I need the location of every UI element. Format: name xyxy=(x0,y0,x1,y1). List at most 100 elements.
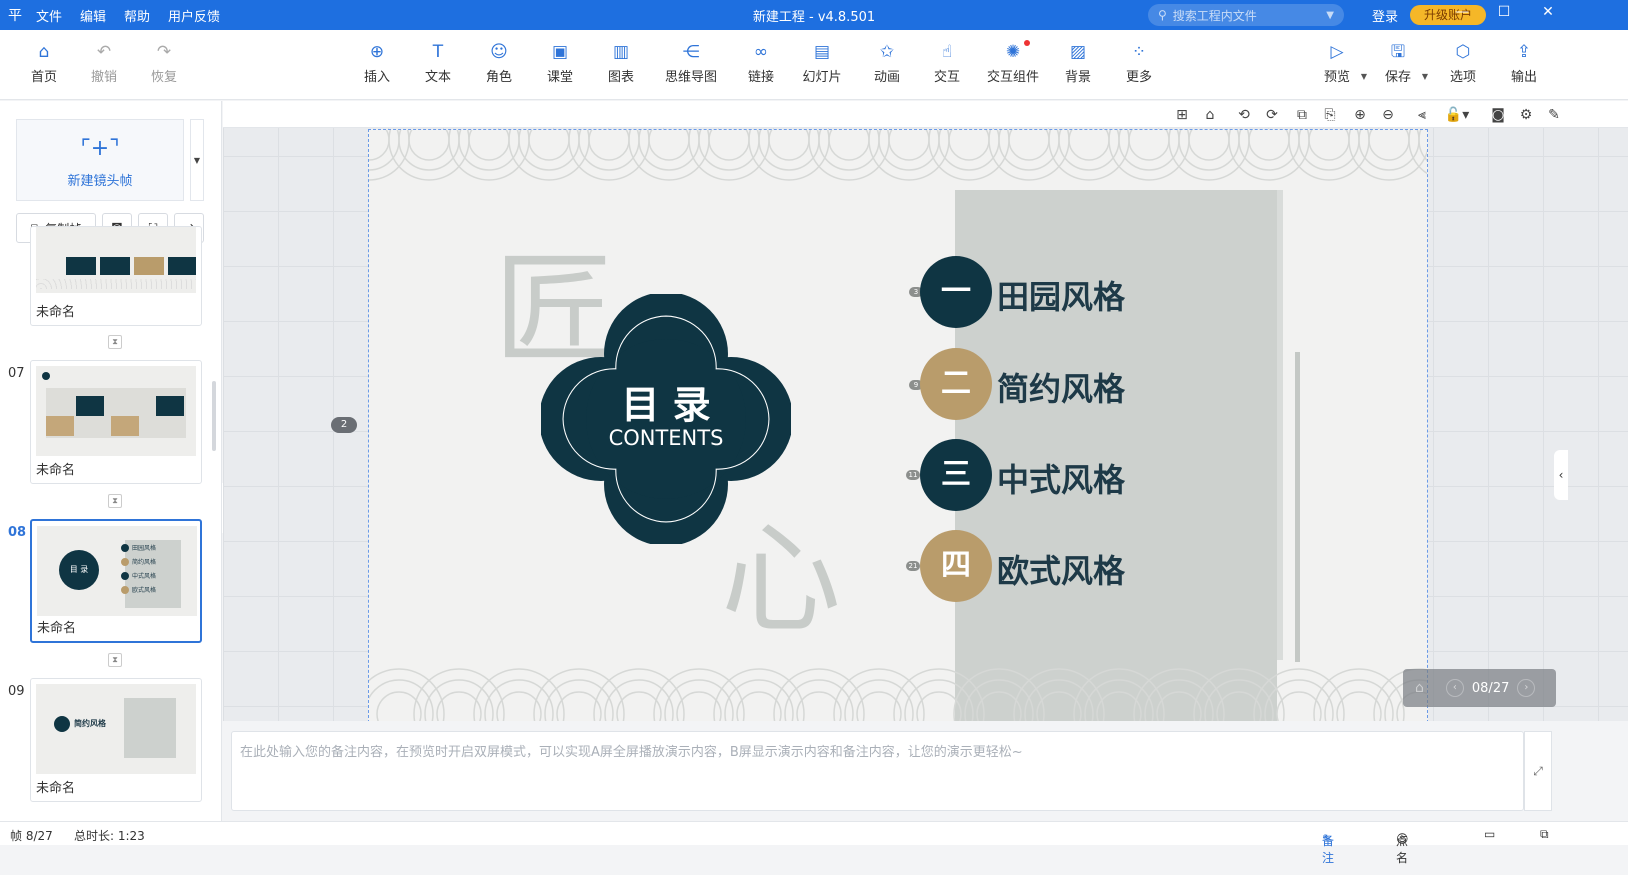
slide-button[interactable]: ▤ 幻灯片 xyxy=(790,42,854,85)
character-icon: ☺ xyxy=(490,42,508,62)
frame-counter: 08/27 xyxy=(1471,680,1510,696)
save-button[interactable]: 🖫 保存 ▼ xyxy=(1366,42,1430,85)
search-input[interactable]: ⚲ 搜索工程内文件 ▼ xyxy=(1148,4,1344,26)
export-button[interactable]: ⇪ 输出 xyxy=(1492,42,1556,85)
layout-icon[interactable]: ⊞ xyxy=(1173,106,1191,124)
thumbnail-name: 未命名 xyxy=(36,305,76,320)
background-button[interactable]: ▨ 背景 xyxy=(1046,42,1110,85)
mindmap-icon: ⋲ xyxy=(682,42,700,62)
previous-frame-button[interactable]: ‹ xyxy=(1445,679,1464,697)
menu-edit[interactable]: 编辑 xyxy=(80,6,106,25)
options-button[interactable]: ⬡ 选项 xyxy=(1431,42,1495,85)
transition-icon[interactable]: ⧗ xyxy=(108,653,122,667)
item-label: 简约风格 xyxy=(997,370,1126,408)
align-icon[interactable]: ⫷ xyxy=(1413,106,1431,124)
frame-thumbnail[interactable]: 未命名 xyxy=(30,226,202,326)
insert-button[interactable]: ⊕ 插入 xyxy=(345,42,409,85)
paste-icon[interactable]: ⎘ xyxy=(1321,106,1339,124)
settings-icon[interactable]: ⚙ xyxy=(1517,106,1535,124)
save-label: 保存 xyxy=(1384,70,1411,85)
more-icon: ⁘ xyxy=(1131,42,1147,62)
classroom-button[interactable]: ▣ 课堂 xyxy=(528,42,592,85)
redo-button[interactable]: ↷ 恢复 xyxy=(132,42,196,85)
undo-button[interactable]: ↶ 撤销 xyxy=(72,42,136,85)
screen-icon[interactable]: ▭ xyxy=(1484,827,1495,841)
home-button[interactable]: ⌂ 首页 xyxy=(12,42,76,85)
export-label: 输出 xyxy=(1510,70,1537,85)
thumbnail-preview: 目 录 田园风格 简约风格 中式风格 欧式风格 xyxy=(37,526,197,616)
item-number-badge: 一 xyxy=(920,256,992,328)
thumb-item-1: 田园风格 xyxy=(132,545,157,552)
notes-input[interactable]: 在此处输入您的备注内容，在预览时开启双屏模式，可以实现A屏全屏播放演示内容，B屏… xyxy=(231,731,1524,811)
home-icon[interactable]: ⌂ xyxy=(1415,680,1424,696)
zoom-in-icon[interactable]: ⊕ xyxy=(1351,106,1369,124)
frame-number: 07 xyxy=(8,366,25,381)
edit-icon[interactable]: ✎ xyxy=(1545,106,1563,124)
menu-help[interactable]: 帮助 xyxy=(124,6,150,25)
transition-icon[interactable]: ⧗ xyxy=(108,494,122,508)
zoom-out-icon[interactable]: ⊖ xyxy=(1379,106,1397,124)
add-frame-icon: ⌜+⌝ xyxy=(80,136,120,161)
rotate-left-icon[interactable]: ⟲ xyxy=(1235,106,1253,124)
export-icon: ⇪ xyxy=(1516,42,1532,62)
animation-order-badge[interactable]: 11 xyxy=(906,470,920,480)
window-icon[interactable]: ⧉ xyxy=(1540,827,1549,842)
mindmap-button[interactable]: ⋲ 思维导图 xyxy=(650,42,732,85)
transition-icon[interactable]: ⧗ xyxy=(108,335,122,349)
animation-order-badge[interactable]: 21 xyxy=(906,561,920,571)
search-icon: ⚲ xyxy=(1158,8,1167,22)
chart-icon: ▥ xyxy=(612,42,630,62)
preview-label: 预览 xyxy=(1323,70,1350,85)
minimize-icon[interactable]: — xyxy=(1450,4,1474,20)
new-frame-button[interactable]: ⌜+⌝ 新建镜头帧 xyxy=(16,119,184,201)
thumbnail-name: 未命名 xyxy=(37,621,77,636)
interact-label: 交互 xyxy=(933,70,960,85)
text-button[interactable]: T 文本 xyxy=(406,42,470,85)
frame-thumbnail[interactable]: 简约风格 未命名 xyxy=(30,678,202,802)
more-button[interactable]: ⁘ 更多 xyxy=(1107,42,1171,85)
slide-frame[interactable]: 匠 心 目 录 CONTENTS 3 一 田园风格 9 二 简约风格 11 三 … xyxy=(368,129,1428,721)
rollcall-label: 点名 xyxy=(1396,834,1409,865)
interact-button[interactable]: ☝ 交互 xyxy=(915,42,979,85)
chart-button[interactable]: ▥ 图表 xyxy=(589,42,653,85)
thumbnail-preview xyxy=(36,366,196,456)
item-number-badge: 四 xyxy=(920,530,992,602)
next-frame-button[interactable]: › xyxy=(1517,679,1536,697)
expand-right-panel-button[interactable]: ‹ xyxy=(1554,450,1568,500)
item-label: 欧式风格 xyxy=(997,552,1126,590)
login-button[interactable]: 登录 xyxy=(1372,6,1398,25)
canvas-area[interactable]: ⊞ ⌂ ⟲ ⟳ ⧉ ⎘ ⊕ ⊖ ⫷ 🔓▾ ◙ ⚙ ✎ 2 匠 心 目 录 CON… xyxy=(223,101,1628,721)
text-label: 文本 xyxy=(424,70,451,85)
lock-icon[interactable]: 🔓▾ xyxy=(1443,106,1471,124)
frame-thumbnail[interactable]: 未命名 xyxy=(30,360,202,484)
thumbnail-preview xyxy=(36,227,196,293)
link-button[interactable]: ∞ 链接 xyxy=(729,42,793,85)
search-placeholder: 搜索工程内文件 xyxy=(1172,8,1257,23)
interact-component-button[interactable]: ✺ 交互组件 xyxy=(980,40,1046,85)
main-toolbar: ⌂ 首页 ↶ 撤销 ↷ 恢复 ⊕ 插入 T 文本 ☺ 角色 ▣ 课堂 ▥ 图表 … xyxy=(0,30,1628,100)
classroom-label: 课堂 xyxy=(546,70,573,85)
upgrade-button[interactable]: 升级账户 xyxy=(1410,5,1486,25)
menu-feedback[interactable]: 用户反馈 xyxy=(168,6,220,25)
frame-badge[interactable]: 2 xyxy=(331,417,357,433)
expand-notes-button[interactable]: ⤢ xyxy=(1524,731,1552,811)
home-view-icon[interactable]: ⌂ xyxy=(1201,106,1219,124)
animation-button[interactable]: ✩ 动画 xyxy=(855,42,919,85)
chevron-down-icon[interactable]: ▼ xyxy=(1422,72,1428,81)
maximize-icon[interactable]: ☐ xyxy=(1492,4,1516,20)
home-icon: ⌂ xyxy=(38,42,50,62)
rotate-right-icon[interactable]: ⟳ xyxy=(1263,106,1281,124)
chevron-down-icon[interactable]: ▼ xyxy=(1326,10,1334,21)
close-icon[interactable]: ✕ xyxy=(1536,4,1560,20)
copy-icon[interactable]: ⧉ xyxy=(1293,106,1311,124)
frame-thumbnail-active[interactable]: 目 录 田园风格 简约风格 中式风格 欧式风格 未命名 xyxy=(30,519,202,643)
camera-icon[interactable]: ◙ xyxy=(1489,106,1507,124)
menu-file[interactable]: 文件 xyxy=(36,6,62,25)
chart-label: 图表 xyxy=(607,70,634,85)
preview-button[interactable]: ▷ 预览 ▼ xyxy=(1305,42,1369,85)
character-button[interactable]: ☺ 角色 xyxy=(467,42,531,85)
slide-icon: ▤ xyxy=(813,42,831,62)
new-frame-dropdown[interactable]: ▼ xyxy=(190,119,204,201)
panel-scrollbar[interactable] xyxy=(212,381,216,451)
preview-icon: ▷ xyxy=(1330,42,1344,62)
